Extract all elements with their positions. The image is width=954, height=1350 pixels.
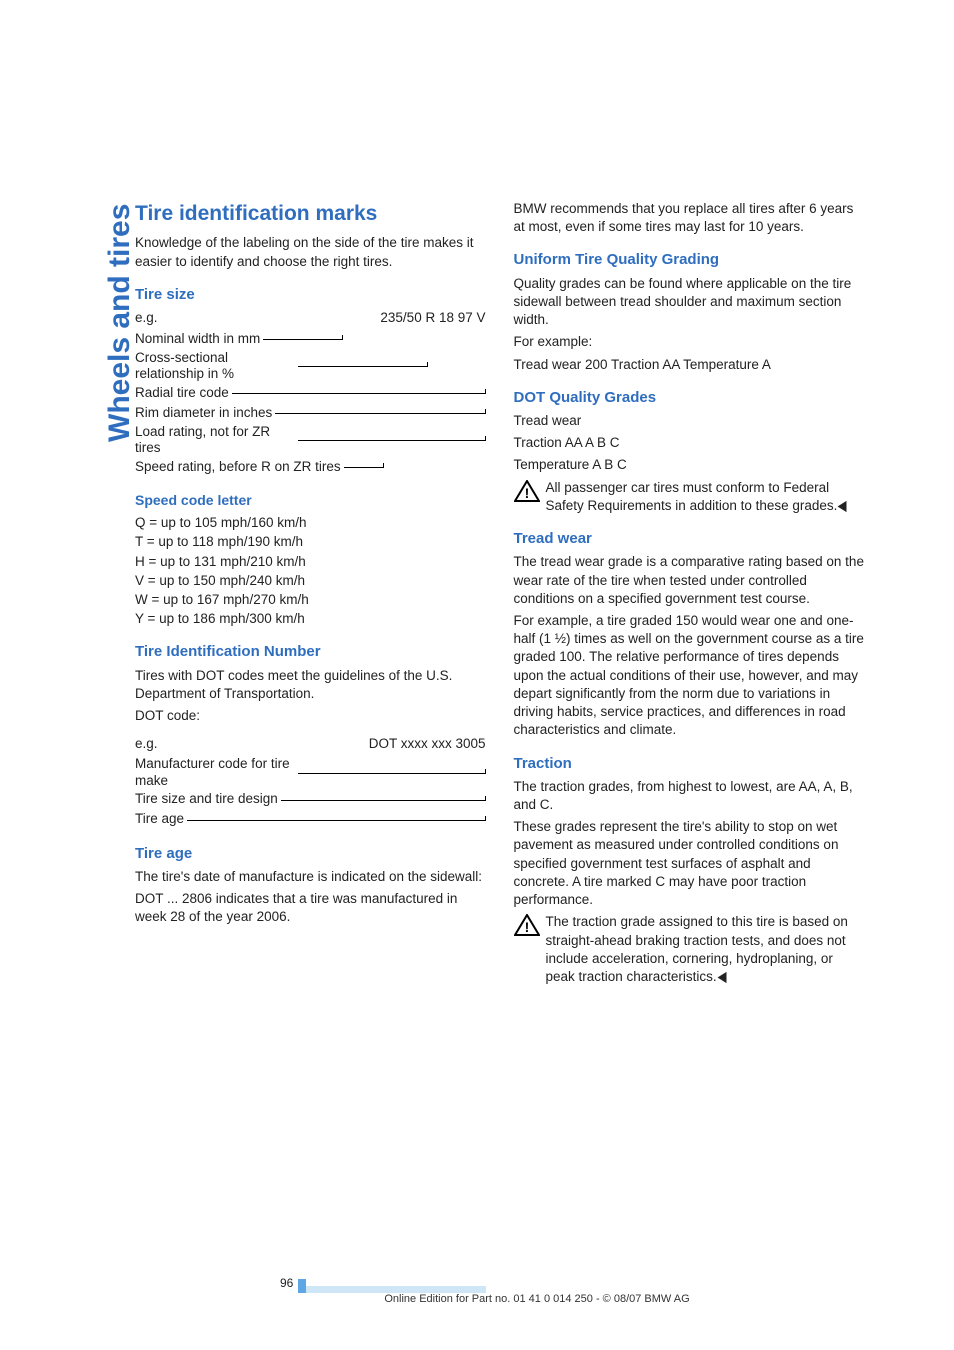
eg-label: e.g. (135, 735, 158, 753)
body-text: DOT code: (135, 707, 486, 725)
page-title: Tire identification marks (135, 200, 486, 228)
warning-text: The traction grade assigned to this tire… (546, 913, 865, 986)
body-text: For example: (514, 333, 865, 351)
heading-traction: Traction (514, 754, 865, 774)
list-item: Q = up to 105 mph/160 km/h (135, 514, 486, 532)
body-text: Tires with DOT codes meet the guidelines… (135, 667, 486, 703)
body-text: Quality grades can be found where applic… (514, 275, 865, 330)
tire-size-diagram: e.g. 235/50 R 18 97 V Nominal width in m… (135, 309, 486, 477)
diagram-label: Rim diameter in inches (135, 404, 275, 422)
page-number: 96 (280, 1276, 299, 1290)
diagram-label: Cross-sectional relationship in % (135, 350, 298, 382)
list-item: H = up to 131 mph/210 km/h (135, 553, 486, 571)
list-item: V = up to 150 mph/240 km/h (135, 572, 486, 590)
body-text: Tread wear 200 Traction AA Temperature A (514, 356, 865, 374)
body-text: DOT ... 2806 indicates that a tire was m… (135, 890, 486, 926)
body-text: These grades represent the tire's abilit… (514, 818, 865, 909)
diagram-label: Speed rating, before R on ZR tires (135, 458, 344, 476)
eg-value: 235/50 R 18 97 V (380, 309, 485, 327)
diagram-label: Load rating, not for ZR tires (135, 424, 298, 456)
diagram-label: Tire age (135, 810, 187, 828)
body-text: Temperature A B C (514, 456, 865, 474)
eg-label: e.g. (135, 309, 158, 327)
body-text: For example, a tire graded 150 would wea… (514, 612, 865, 740)
svg-text:!: ! (524, 919, 529, 935)
left-column: Tire identification marks Knowledge of t… (135, 200, 486, 990)
body-text: Traction AA A B C (514, 434, 865, 452)
warning-icon: ! (514, 914, 540, 936)
body-text: The tread wear grade is a comparative ra… (514, 553, 865, 608)
body-text: The tire's date of manufacture is indica… (135, 868, 486, 886)
page-number-area: 96 (0, 1276, 954, 1290)
warning-icon: ! (514, 480, 540, 502)
body-text: The traction grades, from highest to low… (514, 778, 865, 814)
warning-box: ! The traction grade assigned to this ti… (514, 913, 865, 986)
section-tab: Wheels and tires (105, 200, 135, 445)
heading-dot-grades: DOT Quality Grades (514, 388, 865, 408)
intro-text: Knowledge of the labeling on the side of… (135, 234, 486, 270)
diagram-label: Manufacturer code for tire make (135, 756, 298, 788)
list-item: T = up to 118 mph/190 km/h (135, 533, 486, 551)
heading-tin: Tire Identification Number (135, 642, 486, 662)
heading-tread-wear: Tread wear (514, 529, 865, 549)
warning-text: All passenger car tires must conform to … (546, 479, 865, 515)
diagram-label: Radial tire code (135, 384, 232, 402)
diagram-label: Tire size and tire design (135, 790, 281, 808)
body-text: BMW recommends that you replace all tire… (514, 200, 865, 236)
list-item: Y = up to 186 mph/300 km/h (135, 610, 486, 628)
diagram-label: Nominal width in mm (135, 330, 263, 348)
heading-utqg: Uniform Tire Quality Grading (514, 250, 865, 270)
eg-value: DOT xxxx xxx 3005 (369, 735, 486, 753)
svg-text:!: ! (524, 485, 529, 501)
heading-tire-size: Tire size (135, 285, 486, 305)
speed-code-list: Q = up to 105 mph/160 km/h T = up to 118… (135, 514, 486, 628)
body-text: Tread wear (514, 412, 865, 430)
dot-code-diagram: e.g. DOT xxxx xxx 3005 Manufacturer code… (135, 735, 486, 829)
footer-text: Online Edition for Part no. 01 41 0 014 … (0, 1293, 954, 1305)
list-item: W = up to 167 mph/270 km/h (135, 591, 486, 609)
warning-box: ! All passenger car tires must conform t… (514, 479, 865, 515)
right-column: BMW recommends that you replace all tire… (514, 200, 865, 990)
heading-speed-code: Speed code letter (135, 491, 486, 510)
heading-tire-age: Tire age (135, 844, 486, 864)
